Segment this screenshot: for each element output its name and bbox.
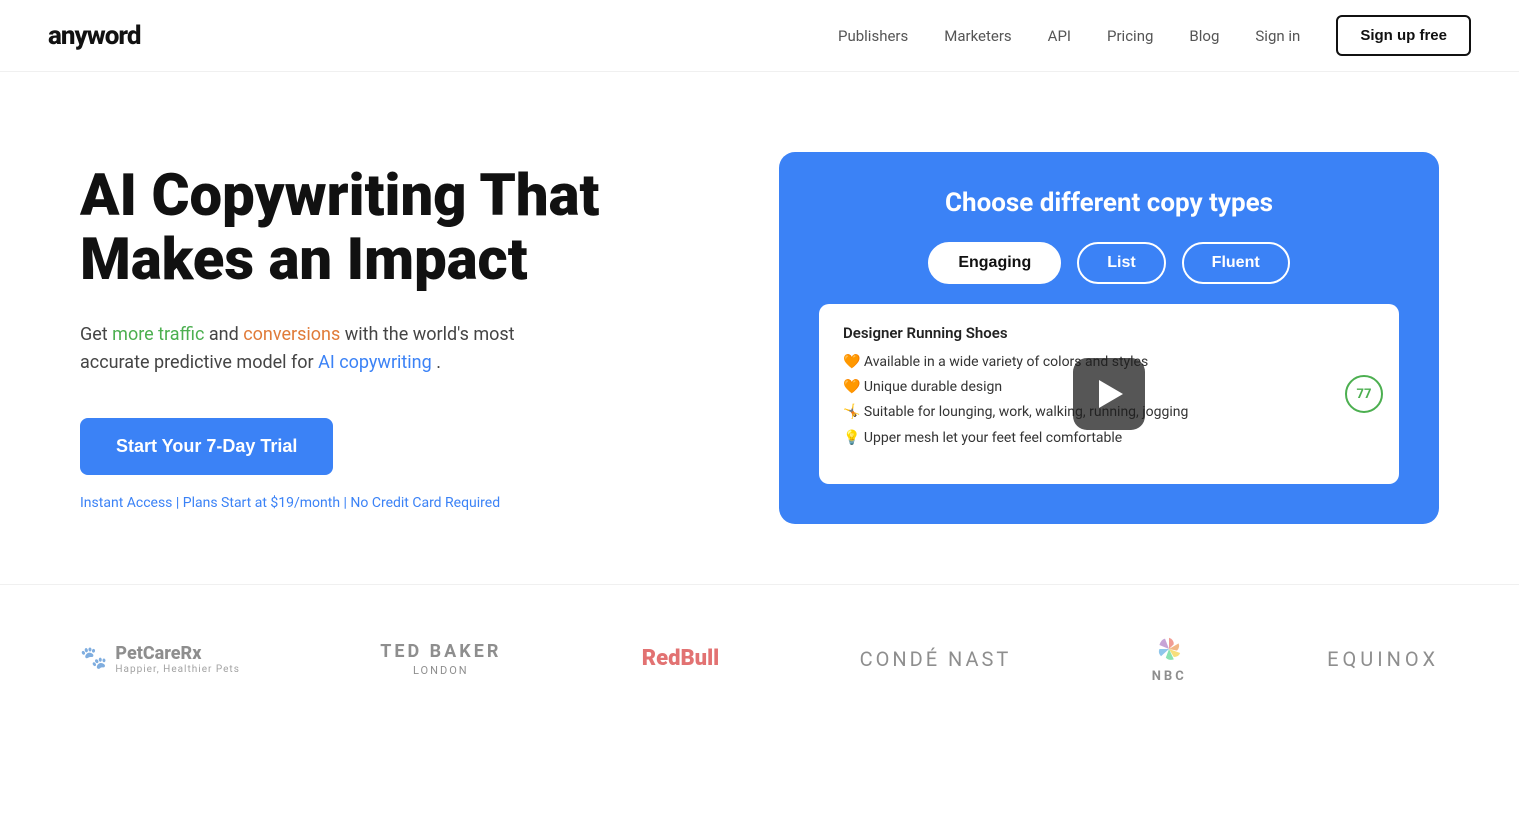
tedbaker-main: TED BAKER — [380, 641, 501, 662]
subtitle-blue: AI copywriting — [318, 352, 432, 373]
nbc-label: NBC — [1152, 669, 1187, 684]
subtitle-green: more traffic — [112, 324, 204, 345]
hero-section: AI Copywriting That Makes an Impact Get … — [0, 72, 1519, 584]
petcare-sub: Happier, Healthier Pets — [115, 664, 239, 675]
logo[interactable]: anyword — [48, 21, 140, 51]
hero-title: AI Copywriting That Makes an Impact — [80, 165, 640, 293]
hero-subtext: Instant Access | Plans Start at $19/mont… — [80, 495, 640, 511]
logo-nbc: NBC — [1152, 633, 1187, 684]
nav-pricing[interactable]: Pricing — [1107, 27, 1153, 45]
logo-equinox: EQUINOX — [1327, 647, 1439, 671]
play-button[interactable] — [1073, 358, 1145, 430]
nav-signin[interactable]: Sign in — [1255, 27, 1300, 45]
score-badge: 77 — [1345, 375, 1383, 413]
equinox-text: EQUINOX — [1327, 647, 1439, 671]
video-panel-title: Choose different copy types — [819, 188, 1399, 218]
subtitle-part2: and — [209, 324, 243, 345]
nav-links: Publishers Marketers API Pricing Blog Si… — [838, 15, 1471, 56]
nav-marketers[interactable]: Marketers — [944, 27, 1011, 45]
tedbaker-sub: LONDON — [413, 664, 469, 677]
video-container: Designer Running Shoes 🧡 Available in a … — [819, 304, 1399, 484]
logos-section: 🐾 PetCareRx Happier, Healthier Pets TED … — [0, 584, 1519, 732]
hero-right: Choose different copy types Engaging Lis… — [779, 152, 1439, 524]
product-title: Designer Running Shoes — [843, 324, 1375, 342]
nav-blog[interactable]: Blog — [1189, 27, 1219, 45]
nbc-wrapper: NBC — [1152, 633, 1187, 684]
nav-api[interactable]: API — [1048, 27, 1071, 45]
subtitle-part1: Get — [80, 324, 112, 345]
logo-redbull: RedBull — [642, 646, 719, 671]
copy-type-fluent[interactable]: Fluent — [1182, 242, 1290, 284]
petcare-name: PetCareRx — [115, 643, 239, 664]
hero-subtitle: Get more traffic and conversions with th… — [80, 321, 560, 379]
condenast-text: CONDÉ NAST — [860, 647, 1012, 671]
copy-type-list[interactable]: List — [1077, 242, 1165, 284]
logo-condenast: CONDÉ NAST — [860, 647, 1012, 671]
copy-type-engaging[interactable]: Engaging — [928, 242, 1061, 284]
petcare-text-block: PetCareRx Happier, Healthier Pets — [115, 643, 239, 675]
petcare-wrapper: 🐾 PetCareRx Happier, Healthier Pets — [80, 643, 240, 675]
paw-icon: 🐾 — [80, 646, 107, 671]
copy-type-buttons: Engaging List Fluent — [819, 242, 1399, 284]
cta-button[interactable]: Start Your 7-Day Trial — [80, 418, 333, 475]
subtitle-orange: conversions — [243, 324, 340, 345]
logo-tedbaker: TED BAKER LONDON — [380, 641, 501, 677]
hero-left: AI Copywriting That Makes an Impact Get … — [80, 165, 640, 511]
play-icon — [1099, 380, 1123, 408]
navbar: anyword Publishers Marketers API Pricing… — [0, 0, 1519, 72]
nav-publishers[interactable]: Publishers — [838, 27, 908, 45]
redbull-text: RedBull — [642, 646, 719, 671]
nbc-peacock-icon — [1153, 633, 1185, 665]
logo-petcare: 🐾 PetCareRx Happier, Healthier Pets — [80, 643, 240, 675]
subtitle-end: . — [436, 352, 441, 373]
nav-signup-button[interactable]: Sign up free — [1336, 15, 1471, 56]
video-panel: Choose different copy types Engaging Lis… — [779, 152, 1439, 524]
